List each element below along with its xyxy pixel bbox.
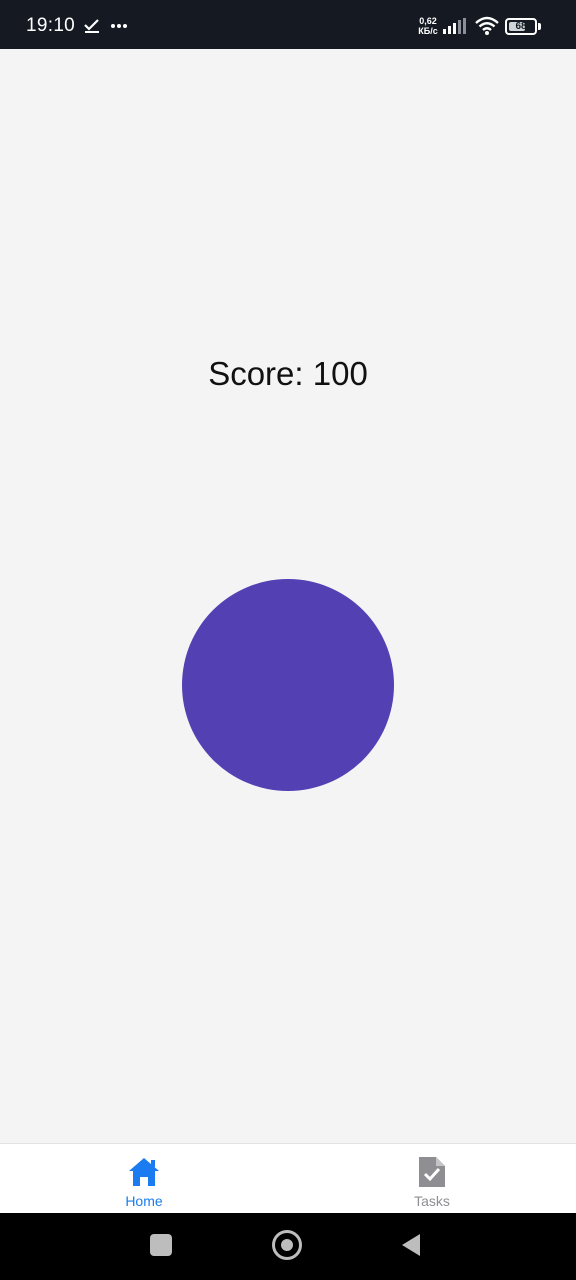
- signal-icon: [443, 18, 466, 34]
- battery-tip: [538, 23, 541, 30]
- tab-home[interactable]: Home: [0, 1144, 288, 1213]
- tab-tasks[interactable]: Tasks: [288, 1144, 576, 1213]
- tab-tasks-label: Tasks: [414, 1193, 450, 1209]
- status-bar: 19:10 0,62 КБ/с 68: [0, 0, 576, 49]
- back-icon[interactable]: [400, 1233, 422, 1257]
- recents-icon[interactable]: [150, 1234, 172, 1256]
- battery-level: 68: [515, 21, 527, 32]
- score-display: Score: 100: [0, 355, 576, 393]
- tab-home-label: Home: [125, 1193, 163, 1209]
- battery-icon: 68: [505, 18, 541, 36]
- home-circle-dot: [281, 1239, 293, 1251]
- status-time: 19:10: [26, 15, 76, 36]
- score-label: Score:: [208, 355, 304, 392]
- target-circle[interactable]: [182, 579, 394, 791]
- home-circle-icon[interactable]: [272, 1230, 302, 1260]
- app-screen: 19:10 0,62 КБ/с 68 Score: 100 Home Tasks: [0, 0, 576, 1280]
- score-value: 100: [312, 355, 368, 392]
- network-speed-unit: КБ/с: [418, 26, 438, 36]
- network-speed-value: 0,62: [419, 16, 437, 26]
- more-icon: [111, 24, 127, 28]
- task-file-icon: [419, 1157, 445, 1187]
- wifi-icon: [475, 16, 499, 35]
- game-area: Score: 100: [0, 49, 576, 1143]
- check-icon: [84, 19, 99, 33]
- network-speed: 0,62 КБ/с: [416, 16, 440, 36]
- bottom-tab-bar: Home Tasks: [0, 1143, 576, 1213]
- home-icon: [129, 1158, 159, 1186]
